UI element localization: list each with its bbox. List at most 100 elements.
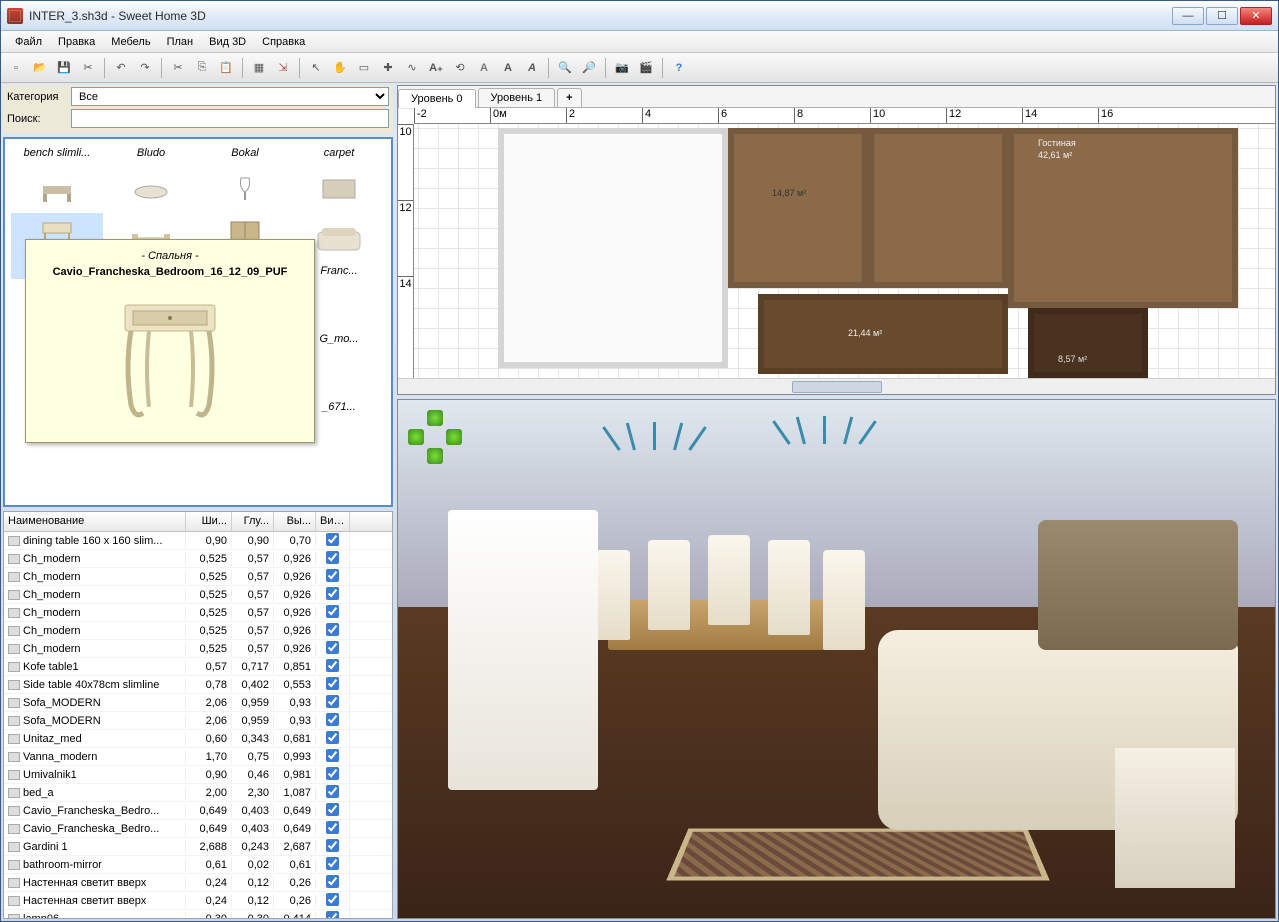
undo-icon[interactable]: ↶ — [110, 57, 132, 79]
new-icon[interactable]: ▫ — [5, 57, 27, 79]
menu-view3d[interactable]: Вид 3D — [201, 33, 254, 51]
row-visible-checkbox[interactable] — [326, 911, 339, 919]
table-row[interactable]: Gardini 12,6880,2432,687 — [4, 838, 392, 856]
dimension-icon[interactable]: A₊ — [425, 57, 447, 79]
zoom-out-icon[interactable]: 🔎 — [578, 57, 600, 79]
nav-down-icon[interactable] — [427, 448, 443, 464]
table-row[interactable]: Ch_modern0,5250,570,926 — [4, 586, 392, 604]
row-visible-checkbox[interactable] — [326, 677, 339, 690]
plan-canvas[interactable]: -20м246810121416 101214 14,87 м² Гостина… — [398, 108, 1275, 378]
row-visible-checkbox[interactable] — [326, 857, 339, 870]
row-visible-checkbox[interactable] — [326, 605, 339, 618]
table-row[interactable]: Настенная светит вверх0,240,120,26 — [4, 892, 392, 910]
row-visible-checkbox[interactable] — [326, 803, 339, 816]
table-row[interactable]: bathroom-mirror0,610,020,61 — [4, 856, 392, 874]
text-icon[interactable]: A — [473, 57, 495, 79]
table-row[interactable]: Настенная светит вверх0,240,120,26 — [4, 874, 392, 892]
row-visible-checkbox[interactable] — [326, 533, 339, 546]
table-row[interactable]: lamp060,300,300,414 — [4, 910, 392, 918]
polyline-icon[interactable]: ∿ — [401, 57, 423, 79]
tab-add-level[interactable]: + — [557, 88, 581, 107]
wall-icon[interactable]: ▭ — [353, 57, 375, 79]
table-header: Наименование Ши... Глу... Вы... Види... — [4, 512, 392, 532]
video-icon[interactable]: 🎬 — [635, 57, 657, 79]
table-row[interactable]: Unitaz_med0,600,3430,681 — [4, 730, 392, 748]
tab-level-1[interactable]: Уровень 1 — [478, 88, 556, 107]
row-visible-checkbox[interactable] — [326, 569, 339, 582]
table-row[interactable]: Cavio_Francheska_Bedro...0,6490,4030,649 — [4, 820, 392, 838]
table-row[interactable]: Vanna_modern1,700,750,993 — [4, 748, 392, 766]
pan-icon[interactable]: ✋ — [329, 57, 351, 79]
row-visible-checkbox[interactable] — [326, 839, 339, 852]
row-visible-checkbox[interactable] — [326, 641, 339, 654]
paste-icon[interactable]: 📋 — [215, 57, 237, 79]
nav-up-icon[interactable] — [427, 410, 443, 426]
search-input[interactable] — [71, 109, 389, 128]
photo-icon[interactable]: 📷 — [611, 57, 633, 79]
table-row[interactable]: Kofe table10,570,7170,851 — [4, 658, 392, 676]
import-icon[interactable]: ⇲ — [272, 57, 294, 79]
table-row[interactable]: Ch_modern0,5250,570,926 — [4, 550, 392, 568]
prefs-icon[interactable]: ✂ — [77, 57, 99, 79]
table-row[interactable]: Ch_modern0,5250,570,926 — [4, 622, 392, 640]
col-width[interactable]: Ши... — [186, 512, 232, 531]
select-icon[interactable]: ↖ — [305, 57, 327, 79]
nav-right-icon[interactable] — [446, 429, 462, 445]
close-button[interactable]: ✕ — [1240, 7, 1272, 25]
table-row[interactable]: Cavio_Francheska_Bedro...0,6490,4030,649 — [4, 802, 392, 820]
table-row[interactable]: Sofa_MODERN2,060,9590,93 — [4, 694, 392, 712]
table-row[interactable]: Sofa_MODERN2,060,9590,93 — [4, 712, 392, 730]
table-row[interactable]: dining table 160 x 160 slim...0,900,900,… — [4, 532, 392, 550]
plan-scrollbar-h[interactable] — [398, 378, 1275, 394]
row-visible-checkbox[interactable] — [326, 587, 339, 600]
row-visible-checkbox[interactable] — [326, 767, 339, 780]
tab-level-0[interactable]: Уровень 0 — [398, 89, 476, 108]
row-visible-checkbox[interactable] — [326, 785, 339, 798]
text3-icon[interactable]: A — [521, 57, 543, 79]
zoom-in-icon[interactable]: 🔍 — [554, 57, 576, 79]
row-visible-checkbox[interactable] — [326, 749, 339, 762]
table-row[interactable]: Ch_modern0,5250,570,926 — [4, 568, 392, 586]
maximize-button[interactable]: ☐ — [1206, 7, 1238, 25]
room-icon[interactable]: ✚ — [377, 57, 399, 79]
col-visible[interactable]: Види... — [316, 512, 350, 531]
row-visible-checkbox[interactable] — [326, 731, 339, 744]
table-row[interactable]: Ch_modern0,5250,570,926 — [4, 604, 392, 622]
label-icon[interactable]: ⟲ — [449, 57, 471, 79]
copy-icon[interactable]: ⎘ — [191, 57, 213, 79]
row-visible-checkbox[interactable] — [326, 875, 339, 888]
row-visible-checkbox[interactable] — [326, 623, 339, 636]
row-visible-checkbox[interactable] — [326, 551, 339, 564]
table-row[interactable]: Ch_modern0,5250,570,926 — [4, 640, 392, 658]
row-visible-checkbox[interactable] — [326, 695, 339, 708]
menu-furniture[interactable]: Мебель — [103, 33, 158, 51]
table-row[interactable]: bed_a2,002,301,087 — [4, 784, 392, 802]
furniture-table[interactable]: Наименование Ши... Глу... Вы... Види... … — [3, 511, 393, 919]
add-furniture-icon[interactable]: ▦ — [248, 57, 270, 79]
row-visible-checkbox[interactable] — [326, 821, 339, 834]
category-select[interactable]: Все — [71, 87, 389, 106]
redo-icon[interactable]: ↷ — [134, 57, 156, 79]
menu-edit[interactable]: Правка — [50, 33, 103, 51]
menu-plan[interactable]: План — [159, 33, 202, 51]
save-icon[interactable]: 💾 — [53, 57, 75, 79]
col-height[interactable]: Вы... — [274, 512, 316, 531]
row-visible-checkbox[interactable] — [326, 893, 339, 906]
row-visible-checkbox[interactable] — [326, 713, 339, 726]
cut-icon[interactable]: ✂ — [167, 57, 189, 79]
col-depth[interactable]: Глу... — [232, 512, 274, 531]
view-3d[interactable] — [397, 399, 1276, 919]
table-row[interactable]: Side table 40x78cm slimline0,780,4020,55… — [4, 676, 392, 694]
minimize-button[interactable]: — — [1172, 7, 1204, 25]
row-visible-checkbox[interactable] — [326, 659, 339, 672]
open-icon[interactable]: 📂 — [29, 57, 51, 79]
table-row[interactable]: Umivalnik10,900,460,981 — [4, 766, 392, 784]
help-icon[interactable]: ? — [668, 57, 690, 79]
furniture-catalog[interactable]: bench slimli... Bludo Bokal carpet Ca...… — [3, 137, 393, 507]
col-name[interactable]: Наименование — [4, 512, 186, 531]
row-depth: 0,402 — [232, 678, 274, 692]
menu-help[interactable]: Справка — [254, 33, 313, 51]
text2-icon[interactable]: A — [497, 57, 519, 79]
nav-left-icon[interactable] — [408, 429, 424, 445]
menu-file[interactable]: Файл — [7, 33, 50, 51]
